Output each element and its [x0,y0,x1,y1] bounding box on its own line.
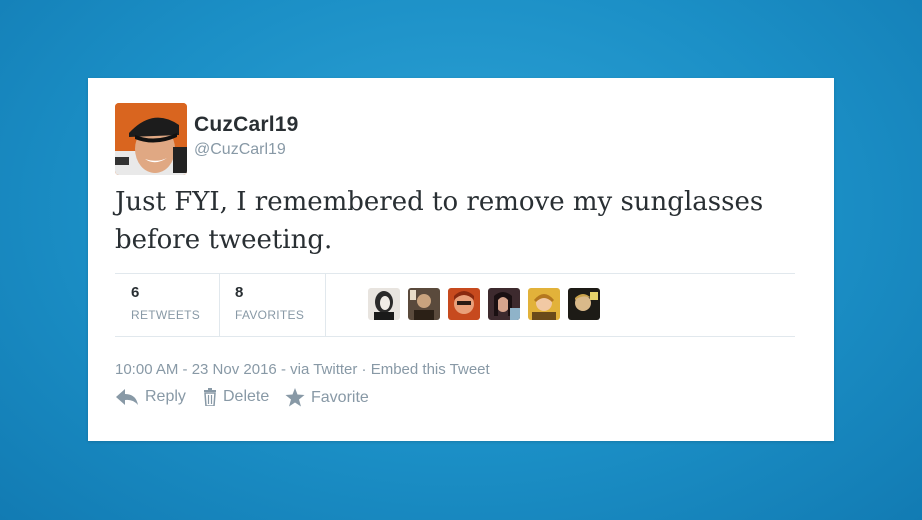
favorites-label: FAVORITES [235,308,305,322]
trash-icon [203,388,217,406]
favoriter-avatar[interactable] [408,288,440,320]
favorite-button[interactable]: Favorite [285,388,369,407]
reply-label: Reply [145,388,186,405]
favorite-label: Favorite [311,388,369,406]
tweet-stats: 6 RETWEETS 8 FAVORITES [115,274,795,336]
reply-icon [115,388,139,406]
profile-avatar[interactable] [115,103,187,175]
display-name[interactable]: CuzCarl19 [194,113,299,137]
favoriter-avatar[interactable] [448,288,480,320]
favoriter-avatar[interactable] [568,288,600,320]
retweets-count: 6 [131,284,140,301]
tweet-text: Just FYI, I remembered to remove my sung… [115,187,764,255]
favorites-count: 8 [235,284,244,301]
tweet-card: CuzCarl19 @CuzCarl19 Just FYI, I remembe… [88,78,834,441]
stat-divider [325,274,326,336]
tweet-timestamp[interactable]: 10:00 AM - 23 Nov 2016 [115,361,277,378]
tweet-meta: 10:00 AM - 23 Nov 2016 - via Twitter · E… [115,361,490,378]
user-handle[interactable]: @CuzCarl19 [194,141,286,159]
delete-button[interactable]: Delete [203,388,269,406]
tweet-source[interactable]: via Twitter [290,361,357,378]
retweets-label: RETWEETS [131,308,201,322]
reply-button[interactable]: Reply [115,388,186,406]
divider [115,336,795,337]
delete-label: Delete [223,388,270,405]
embed-tweet-link[interactable]: Embed this Tweet [371,361,490,378]
retweets-stat[interactable]: 6 RETWEETS [115,274,219,336]
meta-separator: - [280,361,291,378]
star-icon [285,388,305,407]
favoriter-avatar[interactable] [528,288,560,320]
meta-separator: · [361,361,371,378]
favoriter-avatar[interactable] [368,288,400,320]
favoriter-avatar[interactable] [488,288,520,320]
favorites-stat[interactable]: 8 FAVORITES [219,274,325,336]
